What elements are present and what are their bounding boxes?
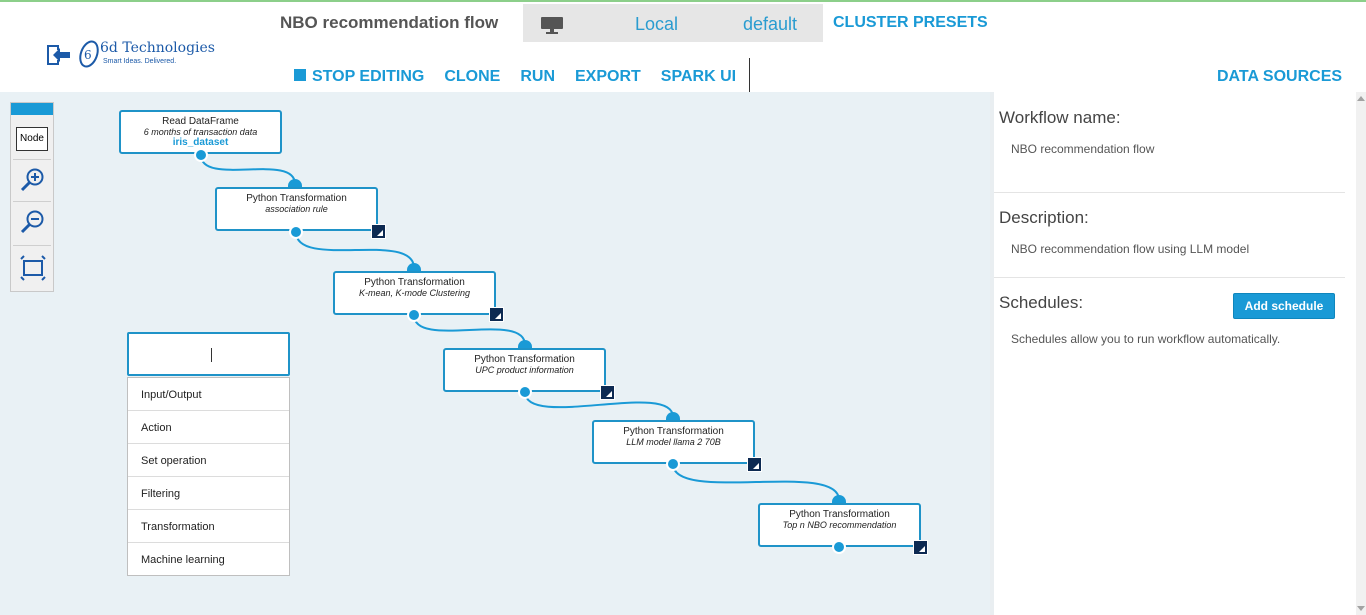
text-caret (211, 348, 212, 362)
cluster-location[interactable]: Local (635, 14, 678, 35)
wire-2 (295, 231, 415, 269)
node-title: Read DataFrame (162, 116, 239, 127)
category-machine-learning[interactable]: Machine learning (128, 543, 289, 575)
node-status-badge[interactable] (913, 540, 928, 555)
category-action[interactable]: Action (128, 411, 289, 444)
node-status-badge[interactable] (747, 457, 762, 472)
tools-header (11, 103, 53, 115)
tools-divider (13, 245, 51, 246)
stop-editing-label: STOP EDITING (312, 68, 425, 85)
output-port[interactable] (194, 148, 208, 162)
stop-icon (294, 69, 306, 81)
tools-divider (13, 201, 51, 202)
scroll-down-icon[interactable] (1357, 606, 1365, 611)
category-transformation[interactable]: Transformation (128, 510, 289, 543)
back-arrow-icon[interactable] (44, 42, 72, 68)
output-port[interactable] (407, 308, 421, 322)
logo-name: 6d Technologies (100, 40, 215, 56)
input-port[interactable] (518, 340, 532, 348)
category-filtering[interactable]: Filtering (128, 477, 289, 510)
input-port[interactable] (666, 412, 680, 420)
schedules-section: Schedules: Add schedule Schedules allow … (999, 293, 1346, 349)
app-header: 6 6d Technologies Smart Ideas. Delivered… (0, 2, 1366, 92)
export-button[interactable]: EXPORT (575, 68, 641, 88)
node-title: Python Transformation (246, 193, 347, 204)
logo-mark-icon: 6 (79, 40, 99, 68)
wire-1 (200, 154, 296, 185)
clone-button[interactable]: CLONE (444, 68, 500, 88)
output-port[interactable] (832, 540, 846, 554)
node-subtitle: UPC product information (475, 365, 574, 375)
node-subtitle: Top n NBO recommendation (782, 520, 897, 530)
workflow-details-panel: Workflow name: NBO recommendation flow D… (990, 92, 1356, 615)
node-status-badge[interactable] (371, 224, 386, 239)
data-sources-link[interactable]: DATA SOURCES (1217, 68, 1342, 86)
add-node-button[interactable]: Node (16, 127, 48, 151)
scroll-up-icon[interactable] (1357, 96, 1365, 101)
workflow-name-section: Workflow name: NBO recommendation flow (999, 108, 1346, 159)
node-dataset-link[interactable]: iris_dataset (121, 137, 280, 148)
tools-divider (13, 159, 51, 160)
fit-screen-icon[interactable] (20, 255, 46, 281)
node-subtitle: LLM model llama 2 70B (626, 437, 721, 447)
stop-editing-button[interactable]: STOP EDITING (294, 68, 424, 88)
workflow-name-label: Workflow name: (999, 108, 1121, 127)
node-category-list: Input/Output Action Set operation Filter… (127, 377, 290, 576)
schedules-help-text: Schedules allow you to run workflow auto… (1011, 332, 1281, 346)
description-label: Description: (999, 208, 1089, 227)
output-port[interactable] (518, 385, 532, 399)
category-input-output[interactable]: Input/Output (128, 378, 289, 411)
company-logo: 6 6d Technologies Smart Ideas. Delivered… (78, 38, 228, 72)
cluster-profile[interactable]: default (743, 14, 797, 35)
add-schedule-button[interactable]: Add schedule (1233, 293, 1335, 319)
panel-scrollbar[interactable] (1356, 92, 1366, 615)
node-title: Python Transformation (623, 426, 724, 437)
node-subtitle: 6 months of transaction data (143, 127, 258, 137)
node-status-badge[interactable] (600, 385, 615, 400)
description-value[interactable]: NBO recommendation flow using LLM model (999, 240, 1346, 259)
zoom-out-icon[interactable] (20, 209, 46, 235)
workflow-canvas[interactable]: Node Read DataFrame 6 months of transact… (0, 92, 990, 615)
svg-text:6: 6 (84, 48, 92, 62)
workflow-toolbar: STOP EDITING CLONE RUN EXPORT SPARK UI (294, 68, 736, 88)
node-title: Python Transformation (364, 277, 465, 288)
node-status-badge[interactable] (489, 307, 504, 322)
toolbar-divider (749, 58, 750, 92)
wire-3 (413, 314, 526, 346)
logo-tagline: Smart Ideas. Delivered. (103, 58, 177, 65)
canvas-tools: Node (10, 102, 54, 292)
output-port[interactable] (289, 225, 303, 239)
category-set-operation[interactable]: Set operation (128, 444, 289, 477)
run-button[interactable]: RUN (520, 68, 555, 88)
spark-ui-button[interactable]: SPARK UI (661, 68, 736, 88)
section-divider (994, 192, 1345, 193)
input-port[interactable] (407, 263, 421, 271)
node-subtitle: association rule (265, 204, 328, 214)
output-port[interactable] (666, 457, 680, 471)
wire-4 (524, 391, 674, 418)
input-port[interactable] (288, 179, 302, 187)
node-subtitle: K-mean, K-mode Clustering (358, 288, 471, 298)
node-title: Python Transformation (789, 509, 890, 520)
monitor-icon (541, 17, 563, 34)
section-divider (994, 277, 1345, 278)
flow-title: NBO recommendation flow (280, 13, 499, 32)
cluster-selector[interactable]: Local default (523, 4, 823, 42)
zoom-in-icon[interactable] (20, 167, 46, 193)
node-search-input[interactable] (127, 332, 290, 376)
cluster-presets-link[interactable]: CLUSTER PRESETS (833, 14, 988, 32)
workflow-name-value[interactable]: NBO recommendation flow (999, 140, 1346, 159)
description-section: Description: NBO recommendation flow usi… (999, 208, 1346, 259)
input-port[interactable] (832, 495, 846, 503)
node-title: Python Transformation (474, 354, 575, 365)
